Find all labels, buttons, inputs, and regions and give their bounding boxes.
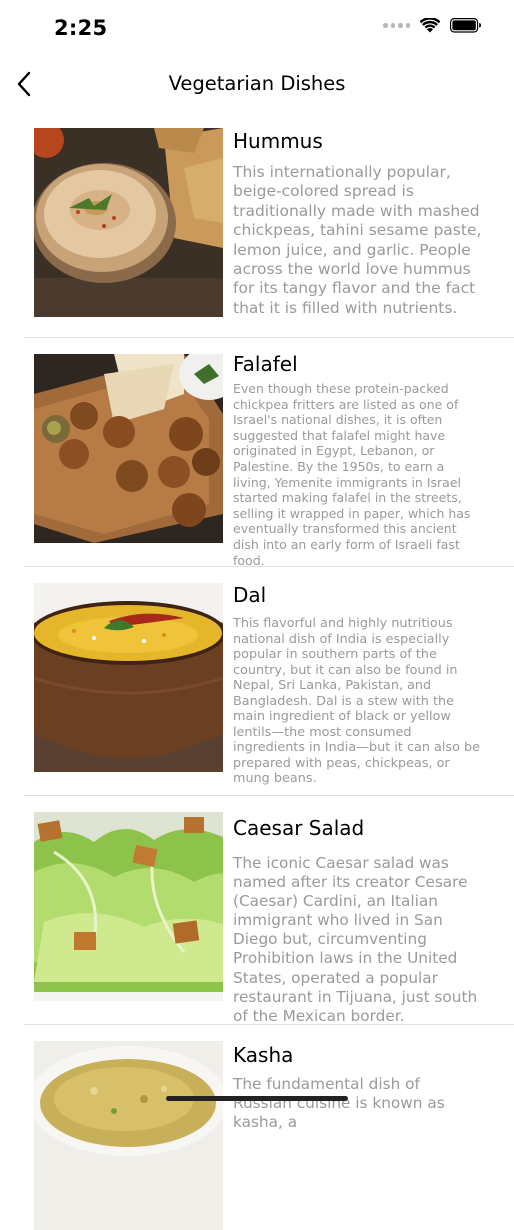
dish-name: Dal	[233, 583, 267, 607]
dish-row-caesar-salad[interactable]: Caesar Salad The iconic Caesar salad was…	[24, 796, 514, 1025]
dish-description: This internationally popular, beige-colo…	[233, 163, 482, 317]
dish-name: Caesar Salad	[233, 816, 365, 840]
dish-description: The iconic Caesar salad was named after …	[233, 854, 478, 1025]
cellular-signal-icon	[383, 23, 410, 28]
dish-name: Falafel	[233, 352, 298, 376]
kasha-photo	[34, 1041, 223, 1230]
home-indicator[interactable]	[166, 1096, 348, 1101]
dish-description: The fundamental dish of Russian cuisine …	[233, 1075, 445, 1131]
dish-description: Even though these protein-packed chickpe…	[233, 381, 471, 568]
falafel-photo	[34, 354, 223, 543]
dish-row-kasha[interactable]: Kasha The fundamental dish of Russian cu…	[24, 1025, 514, 1230]
battery-icon	[450, 18, 481, 33]
dal-photo	[34, 583, 223, 772]
dish-name: Hummus	[233, 129, 323, 153]
dish-list[interactable]: Hummus This internationally popular, bei…	[24, 112, 514, 1230]
wifi-icon	[420, 18, 440, 33]
hummus-photo	[34, 128, 223, 317]
status-bar: 2:25	[0, 0, 514, 56]
dish-row-dal[interactable]: Dal This flavorful and highly nutritious…	[24, 567, 514, 796]
navigation-bar: Vegetarian Dishes	[0, 56, 514, 112]
dish-description: This flavorful and highly nutritious nat…	[233, 616, 480, 787]
caesar-salad-photo	[34, 812, 223, 1001]
dish-row-hummus[interactable]: Hummus This internationally popular, bei…	[24, 112, 514, 338]
page-title: Vegetarian Dishes	[168, 72, 346, 95]
dish-row-falafel[interactable]: Falafel Even though these protein-packed…	[24, 338, 514, 568]
status-time: 2:25	[54, 16, 108, 40]
status-icons	[383, 18, 482, 33]
dish-name: Kasha	[233, 1043, 294, 1067]
